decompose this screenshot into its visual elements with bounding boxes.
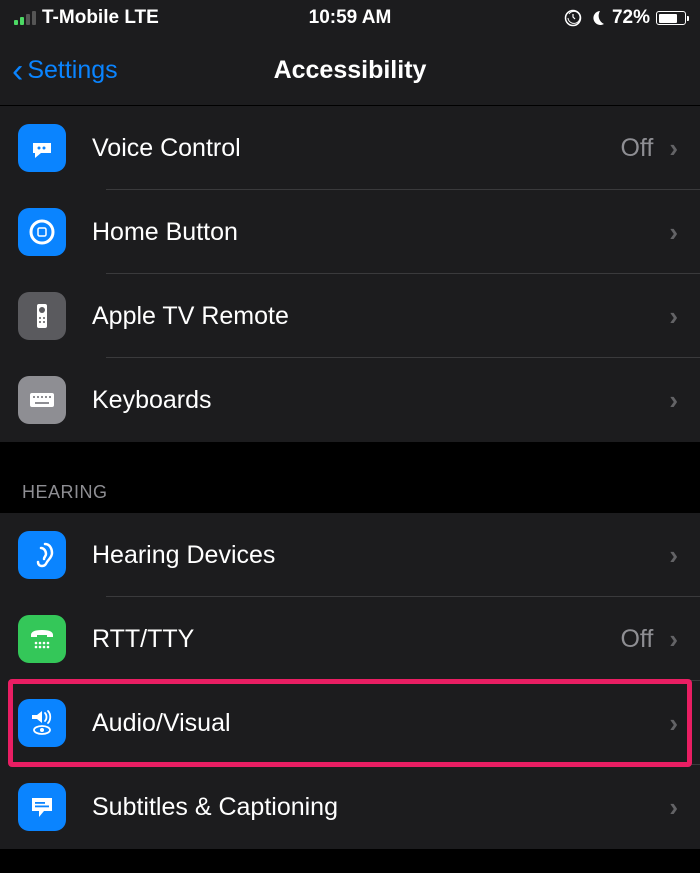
chevron-right-icon: › bbox=[669, 217, 678, 248]
subtitles-icon bbox=[18, 783, 66, 831]
chevron-right-icon: › bbox=[669, 385, 678, 416]
row-voice-control[interactable]: Voice Control Off › bbox=[0, 106, 700, 190]
section-header-hearing: HEARING bbox=[0, 442, 700, 513]
chevron-right-icon: › bbox=[669, 133, 678, 164]
row-label: Apple TV Remote bbox=[92, 302, 665, 331]
home-button-icon bbox=[18, 208, 66, 256]
audio-visual-icon bbox=[18, 699, 66, 747]
row-audio-visual[interactable]: Audio/Visual › bbox=[0, 681, 700, 765]
row-label: Voice Control bbox=[92, 134, 620, 163]
ear-icon bbox=[18, 531, 66, 579]
row-label: Keyboards bbox=[92, 386, 665, 415]
remote-icon bbox=[18, 292, 66, 340]
row-rtt-tty[interactable]: RTT/TTY Off › bbox=[0, 597, 700, 681]
section-hearing: Hearing Devices › RTT/TTY Off › Audio/Vi… bbox=[0, 513, 700, 849]
section-physical: Voice Control Off › Home Button › Apple … bbox=[0, 106, 700, 442]
status-bar: T-Mobile LTE 10:59 AM 72% bbox=[0, 0, 700, 36]
row-label: Audio/Visual bbox=[92, 709, 665, 738]
row-keyboards[interactable]: Keyboards › bbox=[0, 358, 700, 442]
row-label: Hearing Devices bbox=[92, 541, 665, 570]
voice-control-icon bbox=[18, 124, 66, 172]
carrier-label: T-Mobile LTE bbox=[42, 7, 159, 29]
signal-icon bbox=[14, 11, 36, 25]
orientation-lock-icon bbox=[564, 9, 582, 27]
moon-icon bbox=[588, 9, 606, 27]
nav-bar: ‹ Settings Accessibility bbox=[0, 36, 700, 106]
keyboard-icon bbox=[18, 376, 66, 424]
battery-label: 72% bbox=[612, 7, 650, 29]
row-label: Subtitles & Captioning bbox=[92, 793, 665, 822]
back-button[interactable]: ‹ Settings bbox=[12, 54, 118, 88]
row-value: Off bbox=[620, 625, 653, 654]
row-label: RTT/TTY bbox=[92, 625, 620, 654]
chevron-right-icon: › bbox=[669, 708, 678, 739]
chevron-left-icon: ‹ bbox=[12, 54, 23, 88]
status-right: 72% bbox=[564, 7, 686, 29]
chevron-right-icon: › bbox=[669, 792, 678, 823]
row-home-button[interactable]: Home Button › bbox=[0, 190, 700, 274]
row-subtitles[interactable]: Subtitles & Captioning › bbox=[0, 765, 700, 849]
back-label: Settings bbox=[27, 56, 117, 85]
tty-icon bbox=[18, 615, 66, 663]
chevron-right-icon: › bbox=[669, 540, 678, 571]
battery-icon bbox=[656, 11, 686, 25]
row-apple-tv-remote[interactable]: Apple TV Remote › bbox=[0, 274, 700, 358]
row-hearing-devices[interactable]: Hearing Devices › bbox=[0, 513, 700, 597]
row-label: Home Button bbox=[92, 218, 665, 247]
chevron-right-icon: › bbox=[669, 624, 678, 655]
time-label: 10:59 AM bbox=[309, 7, 392, 29]
status-left: T-Mobile LTE bbox=[14, 7, 159, 29]
chevron-right-icon: › bbox=[669, 301, 678, 332]
row-value: Off bbox=[620, 134, 653, 163]
page-title: Accessibility bbox=[274, 56, 427, 85]
